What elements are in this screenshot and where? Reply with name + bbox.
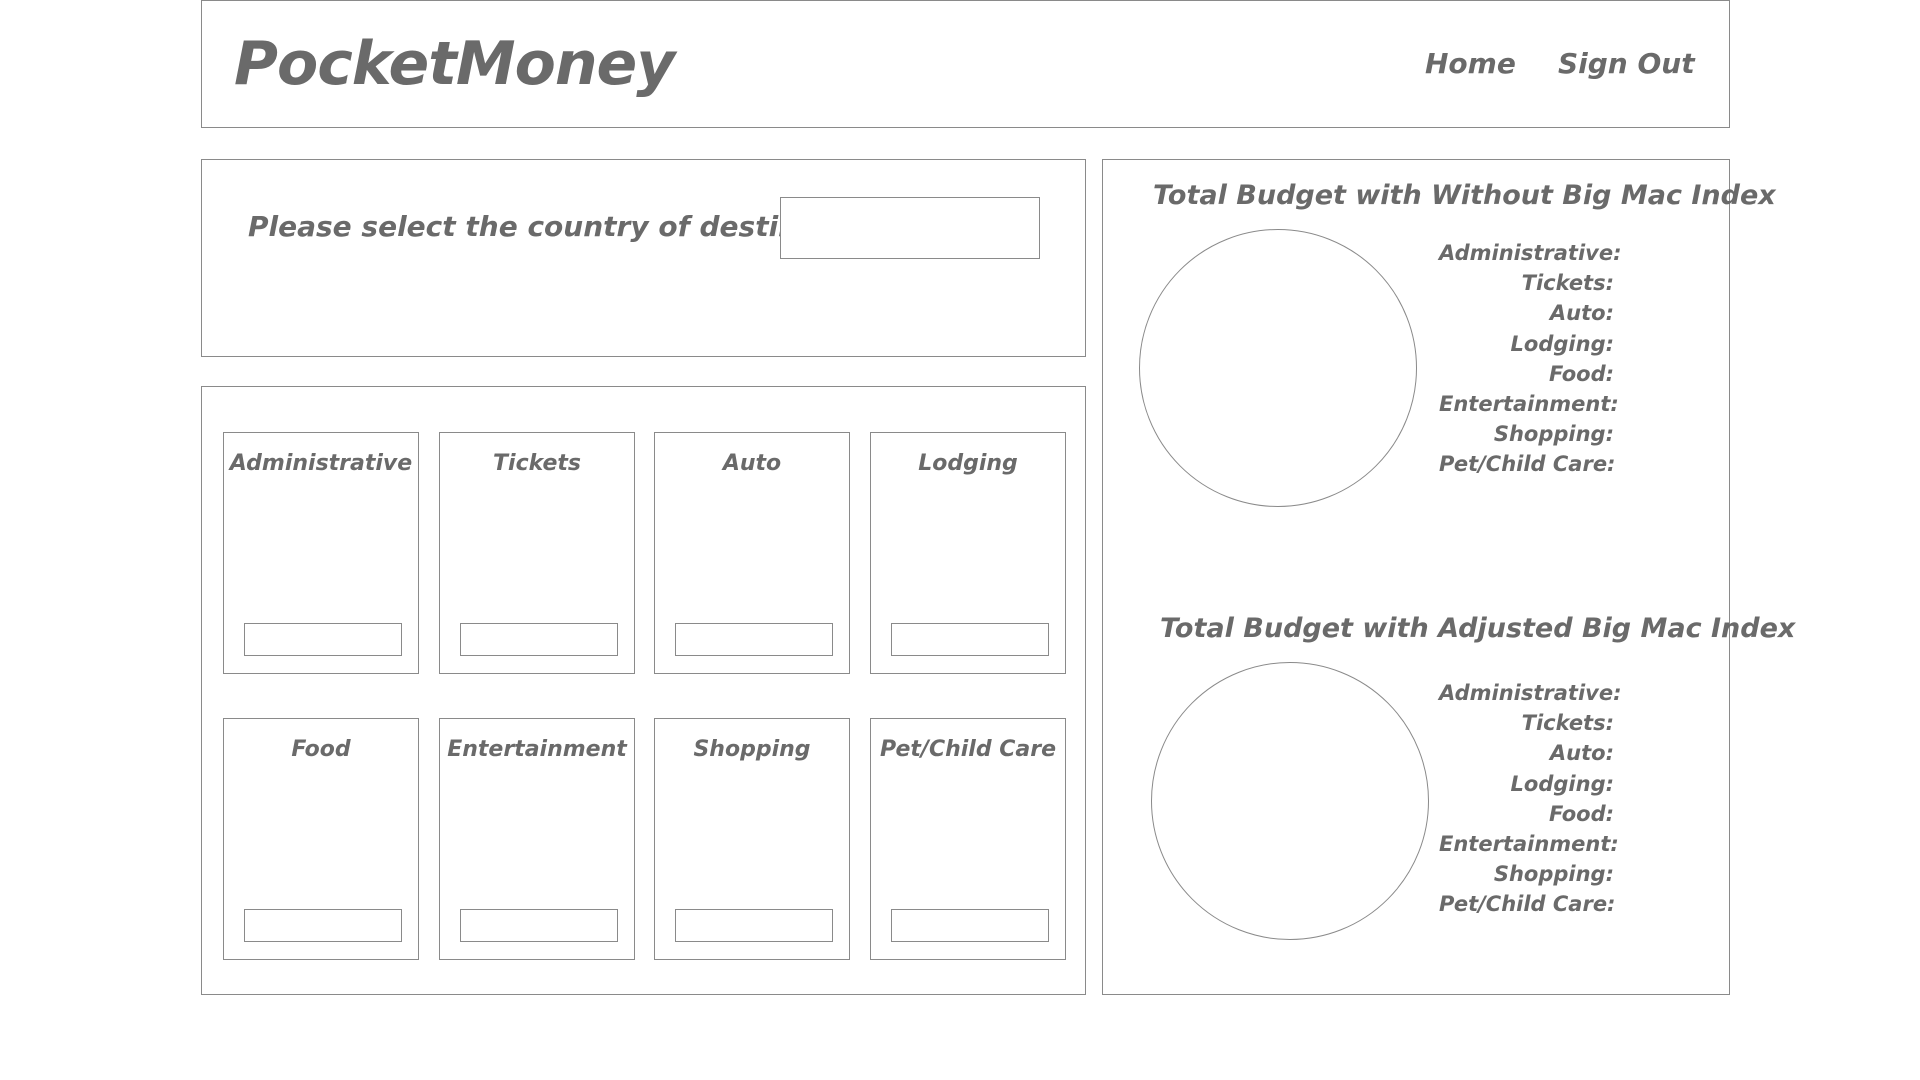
category-card-food: Food xyxy=(223,718,419,960)
budget-without-title: Total Budget with Without Big Mac Index xyxy=(1153,180,1776,211)
category-card-auto: Auto xyxy=(654,432,850,674)
category-card-pet-child-care: Pet/Child Care xyxy=(870,718,1066,960)
lodging-input[interactable] xyxy=(891,623,1049,656)
budget-adjusted-legend: Administrative: Tickets: Auto: Lodging: … xyxy=(1439,678,1622,920)
category-card-lodging: Lodging xyxy=(870,432,1066,674)
pet-child-care-input[interactable] xyxy=(891,909,1049,942)
nav-sign-out-link[interactable]: Sign Out xyxy=(1558,47,1695,80)
category-title: Entertainment xyxy=(447,737,627,762)
category-card-tickets: Tickets xyxy=(439,432,635,674)
budget-adjusted-title: Total Budget with Adjusted Big Mac Index xyxy=(1160,613,1796,644)
legend-item-auto: Auto: xyxy=(1549,741,1614,766)
entertainment-input[interactable] xyxy=(460,909,618,942)
category-card-administrative: Administrative xyxy=(223,432,419,674)
legend-item-lodging: Lodging: xyxy=(1510,771,1614,796)
legend-item-administrative: Administrative: xyxy=(1439,241,1622,265)
legend-item-shopping: Shopping: xyxy=(1493,862,1614,887)
nav-home-link[interactable]: Home xyxy=(1425,47,1516,80)
auto-input[interactable] xyxy=(675,623,833,656)
categories-panel: Administrative Tickets Auto Lodging Food… xyxy=(201,386,1086,995)
legend-item-food: Food: xyxy=(1549,801,1614,826)
category-title: Administrative xyxy=(229,451,413,476)
administrative-input[interactable] xyxy=(244,623,402,656)
budget-without-pie-chart xyxy=(1139,229,1417,507)
category-card-shopping: Shopping xyxy=(654,718,850,960)
legend-item-administrative: Administrative: xyxy=(1439,681,1622,705)
legend-item-lodging: Lodging: xyxy=(1510,331,1614,356)
app-header: PocketMoney Home Sign Out xyxy=(201,0,1730,128)
category-title: Pet/Child Care xyxy=(879,737,1057,762)
shopping-input[interactable] xyxy=(675,909,833,942)
legend-item-entertainment: Entertainment: xyxy=(1439,391,1619,416)
budget-adjusted-pie-chart xyxy=(1151,662,1429,940)
category-card-entertainment: Entertainment xyxy=(439,718,635,960)
category-title: Tickets xyxy=(493,451,581,476)
food-input[interactable] xyxy=(244,909,402,942)
budget-without-legend: Administrative: Tickets: Auto: Lodging: … xyxy=(1439,238,1622,480)
legend-item-tickets: Tickets: xyxy=(1521,271,1614,296)
tickets-input[interactable] xyxy=(460,623,618,656)
category-title: Food xyxy=(291,737,351,762)
legend-item-pet-child-care: Pet/Child Care: xyxy=(1439,452,1616,477)
legend-item-auto: Auto: xyxy=(1549,301,1614,326)
category-title: Auto xyxy=(722,451,782,476)
country-input[interactable] xyxy=(780,197,1040,259)
legend-item-pet-child-care: Pet/Child Care: xyxy=(1439,892,1616,917)
legend-item-entertainment: Entertainment: xyxy=(1439,831,1619,856)
category-title: Lodging xyxy=(918,451,1018,476)
legend-item-shopping: Shopping: xyxy=(1493,422,1614,447)
legend-item-food: Food: xyxy=(1549,361,1614,386)
app-logo: PocketMoney xyxy=(234,29,675,99)
budget-panel: Total Budget with Without Big Mac Index … xyxy=(1102,159,1795,995)
country-selection-panel: Please select the country of destination… xyxy=(201,159,1086,357)
legend-item-tickets: Tickets: xyxy=(1521,711,1614,736)
category-title: Shopping xyxy=(693,737,811,762)
